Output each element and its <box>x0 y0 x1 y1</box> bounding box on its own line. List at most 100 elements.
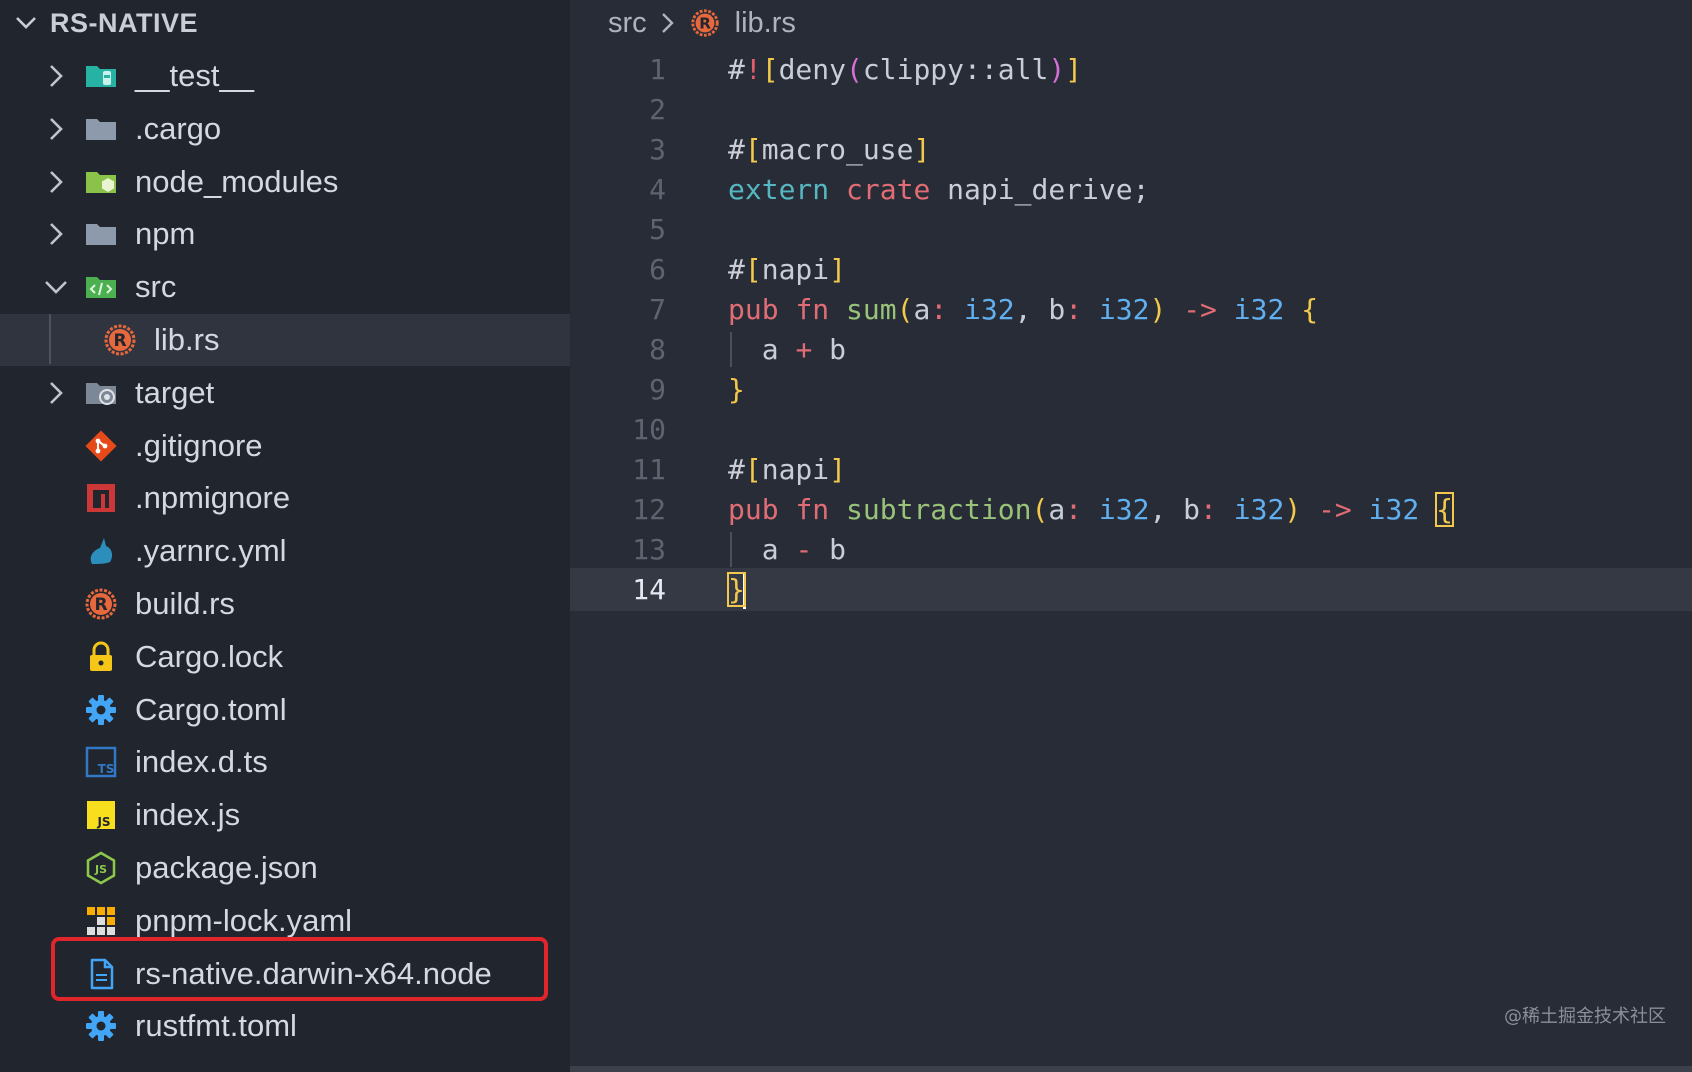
code-token: a <box>728 533 796 566</box>
code-token: i32 <box>1098 293 1150 326</box>
code-token: i32 <box>1368 493 1420 526</box>
tree-item-index-d-ts[interactable]: TS index.d.ts <box>0 736 570 788</box>
tree-item-lib-rs[interactable]: Rlib.rs <box>0 314 570 366</box>
code-line[interactable]: 7 pub fn sum(a: i32, b: i32) -> i32 { <box>570 288 1692 331</box>
tree-item-test[interactable]: __test__ <box>0 50 570 102</box>
code-line[interactable]: 12 pub fn subtraction(a: i32, b: i32) -> … <box>570 488 1692 531</box>
tree-item-cargo-lock[interactable]: Cargo.lock <box>0 631 570 683</box>
line-number: 11 <box>632 453 666 486</box>
tree-item-target[interactable]: target <box>0 367 570 419</box>
tree-item-npm[interactable]: npm <box>0 208 570 260</box>
code-line[interactable]: 4 extern crate napi_derive; <box>570 168 1692 211</box>
code-line[interactable]: 13 a - b <box>570 528 1692 571</box>
npm-icon <box>84 481 118 515</box>
code-line[interactable]: 8 a + b <box>570 328 1692 371</box>
tree-item-build-rs[interactable]: Rbuild.rs <box>0 578 570 630</box>
chevron-right-icon[interactable] <box>42 168 70 196</box>
breadcrumb: src R lib.rs <box>608 0 796 46</box>
code-text: a + b <box>728 328 846 371</box>
horizontal-scrollbar[interactable] <box>570 1066 1692 1072</box>
tree-item-rustfmt-toml[interactable]: rustfmt.toml <box>0 1000 570 1052</box>
tree-item-cargo-toml[interactable]: Cargo.toml <box>0 684 570 736</box>
rust-file-icon: R <box>689 7 721 39</box>
code-token: # <box>728 53 745 86</box>
code-line[interactable]: 6 #[napi] <box>570 248 1692 291</box>
tree-item-label: target <box>135 375 215 410</box>
breadcrumb-file[interactable]: lib.rs <box>735 7 796 40</box>
code-line[interactable]: 14} <box>570 568 1692 611</box>
tree-item-npmignore[interactable]: .npmignore <box>0 472 570 524</box>
code-text: pub fn sum(a: i32, b: i32) -> i32 { <box>728 288 1318 331</box>
code-line[interactable]: 9} <box>570 368 1692 411</box>
code-token: i32 <box>1233 293 1285 326</box>
line-number: 14 <box>632 573 666 606</box>
tree-item-yarnrc-yml[interactable]: .yarnrc.yml <box>0 525 570 577</box>
code-token: sum <box>846 293 897 326</box>
line-number: 1 <box>649 53 666 86</box>
chevron-right-icon[interactable] <box>42 379 70 407</box>
code-editor[interactable]: src R lib.rs 1 #![deny(clippy::all)] 2 3 #[m… <box>570 0 1692 1072</box>
node-folder-icon <box>84 165 118 199</box>
code-token: b <box>812 533 847 566</box>
text-cursor <box>742 573 746 609</box>
code-token: ) <box>1149 293 1167 326</box>
tree-item-label: .gitignore <box>135 428 263 463</box>
tree-item-node-modules[interactable]: node_modules <box>0 156 570 208</box>
explorer-header[interactable]: RS-NATIVE <box>0 0 570 46</box>
svg-text:R: R <box>113 331 126 351</box>
code-token: ] <box>829 453 847 486</box>
breadcrumb-folder[interactable]: src <box>608 7 647 40</box>
code-token: [ <box>744 453 762 486</box>
chevron-right-icon[interactable] <box>42 62 70 90</box>
code-token: fn <box>795 493 830 526</box>
chevron-down-icon[interactable] <box>42 273 70 301</box>
code-token: deny <box>778 53 847 86</box>
tree-item-package-json[interactable]: JS package.json <box>0 842 570 894</box>
code-token: : <box>930 293 948 326</box>
rust-file-icon: R <box>103 323 137 357</box>
code-token: a <box>728 333 796 366</box>
code-token: subtraction <box>846 493 1032 526</box>
svg-text:JS: JS <box>96 815 110 829</box>
code-line[interactable]: 5 <box>570 208 1692 251</box>
tree-item-label: Cargo.lock <box>135 639 284 674</box>
src-folder-icon <box>84 270 118 304</box>
chevron-right-icon[interactable] <box>42 220 70 248</box>
tree-item-label: build.rs <box>135 586 235 621</box>
code-line[interactable]: 10 <box>570 408 1692 451</box>
code-line[interactable]: 3 #[macro_use] <box>570 128 1692 171</box>
code-text: #![deny(clippy::all)] <box>728 48 1082 91</box>
code-token: } <box>728 373 745 406</box>
code-line[interactable]: 11 #[napi] <box>570 448 1692 491</box>
code-line[interactable]: 1 #![deny(clippy::all)] <box>570 48 1692 91</box>
tree-item-label: node_modules <box>135 164 339 199</box>
code-token: pub <box>728 493 779 526</box>
code-token: i32 <box>1233 493 1285 526</box>
test-folder-icon <box>84 59 118 93</box>
code-text: } <box>727 568 746 611</box>
tree-item-index-js[interactable]: JS index.js <box>0 789 570 841</box>
tree-item-cargo[interactable]: .cargo <box>0 103 570 155</box>
tree-item-src[interactable]: src <box>0 261 570 313</box>
tree-item-label: lib.rs <box>154 322 220 357</box>
code-token: : <box>1200 493 1217 526</box>
line-number: 4 <box>649 173 666 206</box>
code-text: } <box>728 368 745 411</box>
code-token: ] <box>913 133 931 166</box>
chevron-right-icon[interactable] <box>42 115 70 143</box>
line-number: 7 <box>649 293 666 326</box>
code-token: ( <box>1031 493 1049 526</box>
line-number: 8 <box>649 333 666 366</box>
code-line[interactable]: 2 <box>570 88 1692 131</box>
code-token: macro_use <box>761 133 914 166</box>
tree-item-gitignore[interactable]: .gitignore <box>0 420 570 472</box>
code-token: pub <box>728 293 779 326</box>
indent-guide <box>49 314 51 364</box>
